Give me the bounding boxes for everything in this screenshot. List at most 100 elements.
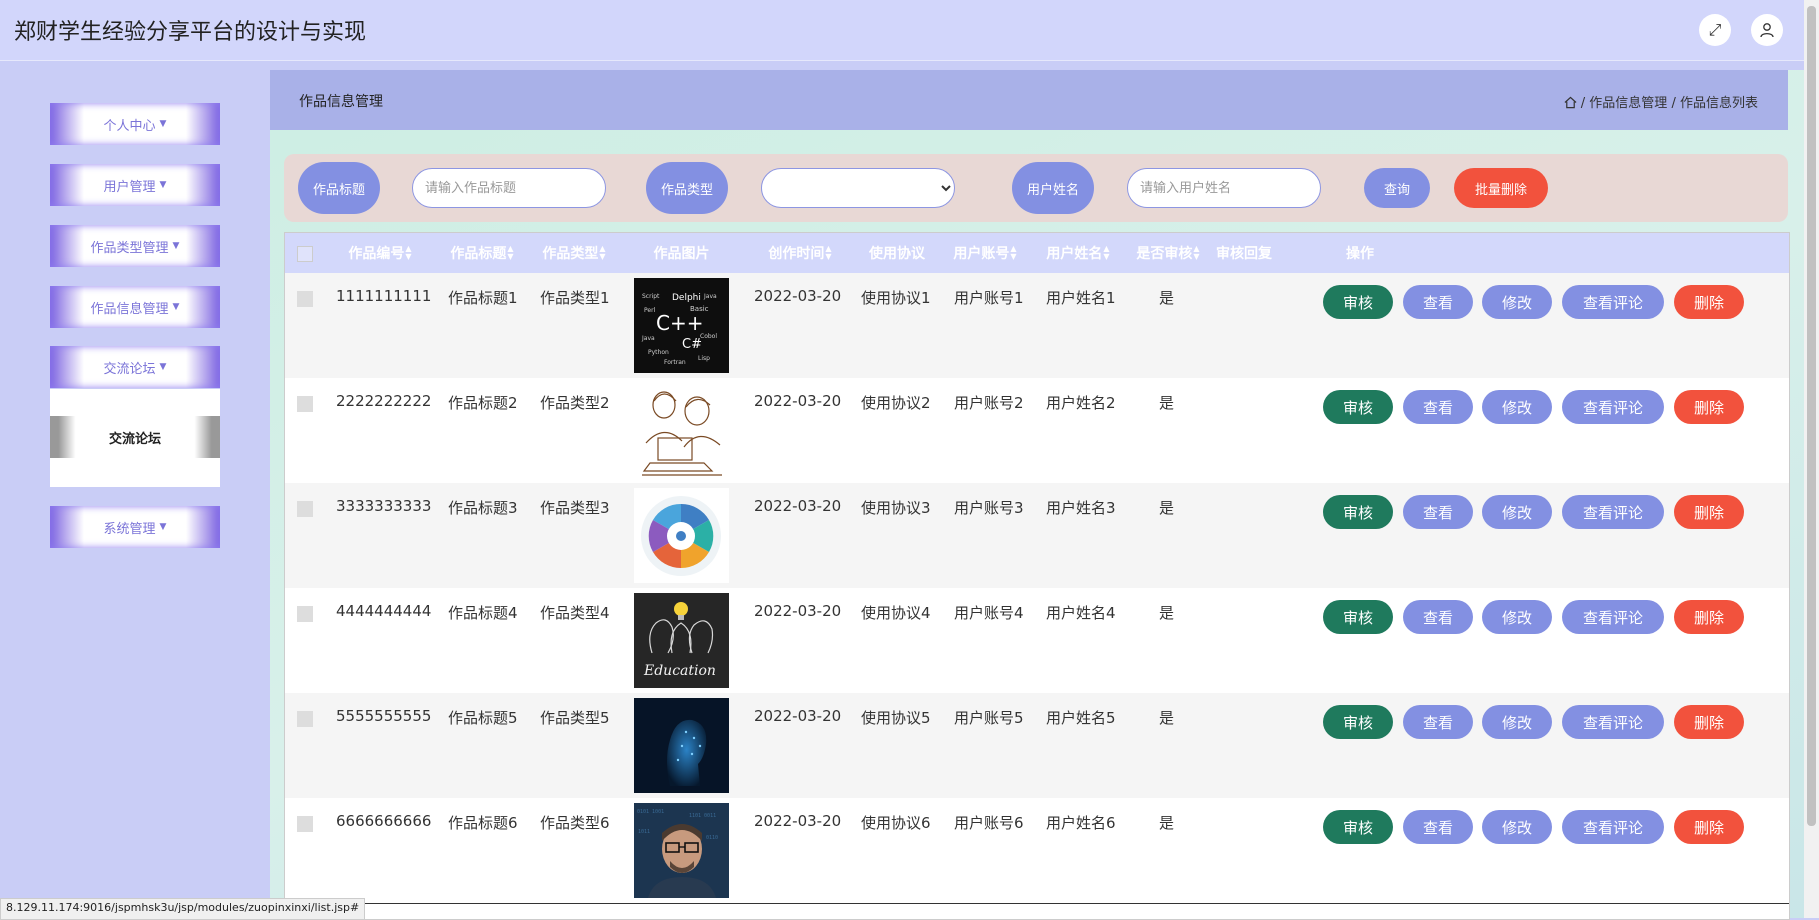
row-checkbox[interactable]	[297, 711, 313, 727]
view-comments-button[interactable]: 查看评论	[1562, 390, 1664, 424]
caret-down-icon: ▼	[159, 119, 167, 129]
table-row: 2222222222 作品标题2 作品类型2 2022-03-20 使用协议2 …	[285, 378, 1789, 484]
row-checkbox[interactable]	[297, 606, 313, 622]
scrollbar-thumb[interactable]	[1807, 6, 1816, 826]
svg-text:Python: Python	[648, 349, 669, 356]
view-comments-button[interactable]: 查看评论	[1562, 705, 1664, 739]
audit-button[interactable]: 审核	[1323, 705, 1393, 739]
svg-text:1011: 1011	[638, 829, 650, 835]
col-header-label: 用户姓名	[1046, 246, 1103, 262]
sidebar-item-system-management[interactable]: 系统管理 ▼	[50, 506, 220, 548]
select-all-checkbox[interactable]	[297, 246, 313, 262]
audit-button[interactable]: 审核	[1323, 390, 1393, 424]
delete-button[interactable]: 删除	[1674, 810, 1744, 844]
type-select[interactable]	[761, 168, 955, 208]
sidebar-item-work-type-management[interactable]: 作品类型管理 ▼	[50, 225, 220, 267]
sort-icon[interactable]: ▲ ▼	[825, 245, 831, 261]
view-comments-button[interactable]: 查看评论	[1562, 495, 1664, 529]
user-icon[interactable]	[1751, 14, 1783, 46]
view-comments-button[interactable]: 查看评论	[1562, 285, 1664, 319]
edit-button[interactable]: 修改	[1482, 600, 1552, 634]
sort-icon[interactable]: ▲ ▼	[599, 245, 605, 261]
col-header-account[interactable]: 用户账号 ▲ ▼	[950, 233, 1020, 273]
query-button[interactable]: 查询	[1364, 168, 1430, 208]
status-bar-url: 8.129.11.174:9016/jspmhsk3u/jsp/modules/…	[0, 898, 366, 920]
edit-button[interactable]: 修改	[1482, 495, 1552, 529]
svg-text:Delphi: Delphi	[672, 293, 701, 303]
svg-text:Script: Script	[642, 293, 660, 300]
audit-button[interactable]: 审核	[1323, 285, 1393, 319]
col-header-id[interactable]: 作品编号 ▲ ▼	[345, 233, 415, 273]
sidebar-item-user-management[interactable]: 用户管理 ▼	[50, 164, 220, 206]
cell-audited: 是	[1159, 604, 1175, 622]
delete-button[interactable]: 删除	[1674, 705, 1744, 739]
col-header-type[interactable]: 作品类型 ▲ ▼	[539, 233, 609, 273]
user-name-search-input[interactable]	[1127, 168, 1321, 208]
cell-id: 4444444444	[336, 602, 432, 620]
fullscreen-icon[interactable]: ⤢	[1699, 14, 1731, 46]
svg-text:Fortran: Fortran	[664, 359, 686, 366]
batch-delete-button[interactable]: 批量删除	[1454, 168, 1548, 208]
svg-text:Education: Education	[643, 663, 716, 679]
sort-icon[interactable]: ▲ ▼	[1103, 245, 1109, 261]
breadcrumb-item-work-info-management[interactable]: 作品信息管理	[1589, 96, 1667, 111]
caret-down-icon: ▼	[159, 362, 167, 372]
row-checkbox[interactable]	[297, 396, 313, 412]
audit-button[interactable]: 审核	[1323, 810, 1393, 844]
page-scrollbar[interactable]	[1804, 0, 1819, 918]
view-button[interactable]: 查看	[1403, 600, 1473, 634]
view-button[interactable]: 查看	[1403, 810, 1473, 844]
col-header-time[interactable]: 创作时间 ▲ ▼	[760, 233, 840, 273]
row-checkbox[interactable]	[297, 501, 313, 517]
sidebar-item-label: 交流论坛	[103, 361, 156, 377]
sidebar-item-work-info-management[interactable]: 作品信息管理 ▼	[50, 286, 220, 328]
title-search-input[interactable]	[412, 168, 606, 208]
delete-button[interactable]: 删除	[1674, 285, 1744, 319]
caret-down-icon: ▼	[172, 241, 180, 251]
view-button[interactable]: 查看	[1403, 285, 1473, 319]
edit-button[interactable]: 修改	[1482, 705, 1552, 739]
edit-button[interactable]: 修改	[1482, 285, 1552, 319]
cell-account: 用户账号3	[954, 499, 1024, 517]
submenu-item-forum[interactable]: 交流论坛	[50, 416, 220, 458]
table-header: 作品编号 ▲ ▼ 作品标题 ▲ ▼ 作品类型 ▲ ▼ 作品图片 创作时间 ▲ ▼ 使用协议 用户…	[285, 233, 1789, 273]
svg-text:Cobol: Cobol	[700, 333, 717, 340]
sort-icon[interactable]: ▲ ▼	[1010, 245, 1016, 261]
row-checkbox[interactable]	[297, 291, 313, 307]
cell-type: 作品类型2	[540, 394, 610, 412]
caret-down-icon: ▼	[159, 180, 167, 190]
cell-account: 用户账号5	[954, 709, 1024, 727]
view-button[interactable]: 查看	[1403, 390, 1473, 424]
page-title: 作品信息管理	[299, 94, 383, 110]
view-comments-button[interactable]: 查看评论	[1562, 810, 1664, 844]
cell-type: 作品类型3	[540, 499, 610, 517]
user-avatar-icon	[1760, 23, 1774, 38]
audit-button[interactable]: 审核	[1323, 600, 1393, 634]
delete-button[interactable]: 删除	[1674, 600, 1744, 634]
app-title: 郑财学生经验分享平台的设计与实现	[14, 20, 367, 45]
cell-audited: 是	[1159, 394, 1175, 412]
view-button[interactable]: 查看	[1403, 495, 1473, 529]
delete-button[interactable]: 删除	[1674, 390, 1744, 424]
edit-button[interactable]: 修改	[1482, 390, 1552, 424]
view-button[interactable]: 查看	[1403, 705, 1473, 739]
row-checkbox[interactable]	[297, 816, 313, 832]
submenu-item-label: 交流论坛	[108, 431, 161, 447]
home-icon[interactable]	[1564, 96, 1577, 109]
col-header-audited[interactable]: 是否审核 ▲ ▼	[1133, 233, 1203, 273]
sort-icon[interactable]: ▲ ▼	[1193, 245, 1199, 261]
cell-id: 6666666666	[336, 812, 432, 830]
delete-button[interactable]: 删除	[1674, 495, 1744, 529]
sort-icon[interactable]: ▲ ▼	[507, 245, 513, 261]
col-header-title[interactable]: 作品标题 ▲ ▼	[447, 233, 517, 273]
view-comments-button[interactable]: 查看评论	[1562, 600, 1664, 634]
cell-account: 用户账号1	[954, 289, 1024, 307]
cell-license: 使用协议2	[861, 394, 931, 412]
col-header-name[interactable]: 用户姓名 ▲ ▼	[1043, 233, 1113, 273]
sidebar-item-forum[interactable]: 交流论坛 ▼	[50, 346, 220, 388]
edit-button[interactable]: 修改	[1482, 810, 1552, 844]
cell-name: 用户姓名4	[1046, 604, 1116, 622]
audit-button[interactable]: 审核	[1323, 495, 1393, 529]
sort-icon[interactable]: ▲ ▼	[405, 245, 411, 261]
sidebar-item-personal-center[interactable]: 个人中心 ▼	[50, 103, 220, 145]
